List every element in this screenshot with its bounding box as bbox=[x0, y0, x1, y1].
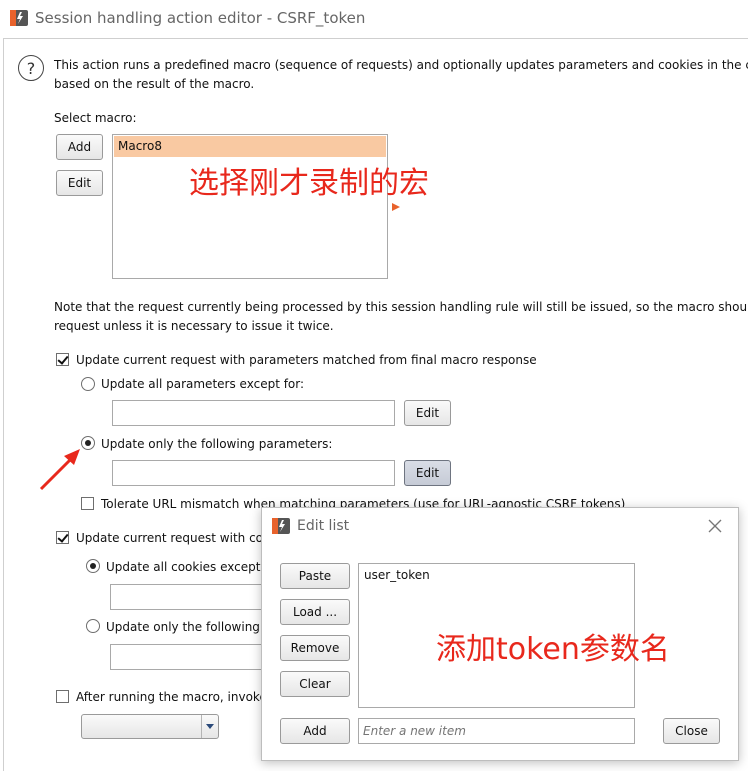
macro-list-item[interactable]: Macro8 bbox=[114, 136, 386, 157]
only-params-edit-button[interactable]: Edit bbox=[404, 460, 451, 486]
extension-dropdown[interactable] bbox=[81, 714, 219, 739]
clear-button[interactable]: Clear bbox=[280, 671, 350, 697]
all-cookies-except-radio[interactable] bbox=[86, 559, 100, 573]
all-params-edit-button[interactable]: Edit bbox=[404, 400, 451, 426]
small-arrow-icon bbox=[392, 203, 400, 211]
note-text-line1: Note that the request currently being pr… bbox=[54, 300, 748, 314]
update-cookies-label: Update current request with coo bbox=[76, 531, 271, 545]
only-cookies-field[interactable] bbox=[110, 644, 262, 670]
edit-list-title: Edit list bbox=[297, 518, 350, 534]
only-params-field[interactable] bbox=[112, 460, 395, 486]
all-params-except-field[interactable] bbox=[112, 400, 395, 426]
select-macro-label: Select macro: bbox=[54, 111, 137, 125]
after-macro-label: After running the macro, invoke a bbox=[76, 690, 278, 704]
all-cookies-except-field[interactable] bbox=[110, 584, 262, 610]
macro-list-item-label: Macro8 bbox=[118, 139, 162, 153]
add-macro-button[interactable]: Add bbox=[56, 134, 103, 160]
update-cookies-checkbox[interactable] bbox=[56, 531, 69, 544]
after-macro-checkbox[interactable] bbox=[56, 690, 69, 703]
intro-text-line1: This action runs a predefined macro (seq… bbox=[54, 58, 748, 72]
title-bar: Session handling action editor - CSRF_to… bbox=[0, 0, 748, 38]
burp-logo-icon bbox=[272, 518, 290, 534]
all-cookies-except-label: Update all cookies except f bbox=[106, 560, 269, 574]
paste-button[interactable]: Paste bbox=[280, 563, 350, 589]
only-params-label: Update only the following parameters: bbox=[101, 437, 333, 451]
add-item-button[interactable]: Add bbox=[280, 718, 350, 744]
new-item-input[interactable] bbox=[358, 718, 635, 744]
tolerate-url-checkbox[interactable] bbox=[81, 497, 94, 510]
update-params-label: Update current request with parameters m… bbox=[76, 353, 537, 367]
remove-button[interactable]: Remove bbox=[280, 635, 350, 661]
note-text-line2: request unless it is necessary to issue … bbox=[54, 319, 334, 333]
only-cookies-label: Update only the following c bbox=[106, 620, 271, 634]
list-item[interactable]: user_token bbox=[364, 568, 430, 582]
window-title: Session handling action editor - CSRF_to… bbox=[35, 9, 366, 27]
dropdown-arrow-area[interactable] bbox=[201, 715, 218, 738]
edit-macro-button[interactable]: Edit bbox=[56, 170, 103, 196]
annotation-select-macro: 选择刚才录制的宏 bbox=[189, 166, 429, 201]
update-params-checkbox[interactable] bbox=[56, 353, 69, 366]
macro-list[interactable]: Macro8 bbox=[112, 134, 388, 279]
all-params-except-label: Update all parameters except for: bbox=[101, 377, 305, 391]
only-cookies-radio[interactable] bbox=[86, 619, 100, 633]
all-params-except-radio[interactable] bbox=[81, 377, 95, 391]
close-button[interactable]: Close bbox=[663, 718, 720, 744]
annotation-add-token: 添加token参数名 bbox=[436, 632, 670, 667]
chevron-down-icon bbox=[206, 724, 214, 729]
annotation-arrow-icon bbox=[39, 449, 80, 491]
burp-logo-icon bbox=[10, 10, 28, 26]
close-icon[interactable] bbox=[708, 519, 722, 533]
load-button[interactable]: Load ... bbox=[280, 599, 350, 625]
intro-text-line2: based on the result of the macro. bbox=[54, 77, 255, 91]
help-icon[interactable]: ? bbox=[18, 55, 44, 81]
edit-list-dialog: Edit list Paste Load ... Remove Clear us… bbox=[261, 507, 739, 761]
